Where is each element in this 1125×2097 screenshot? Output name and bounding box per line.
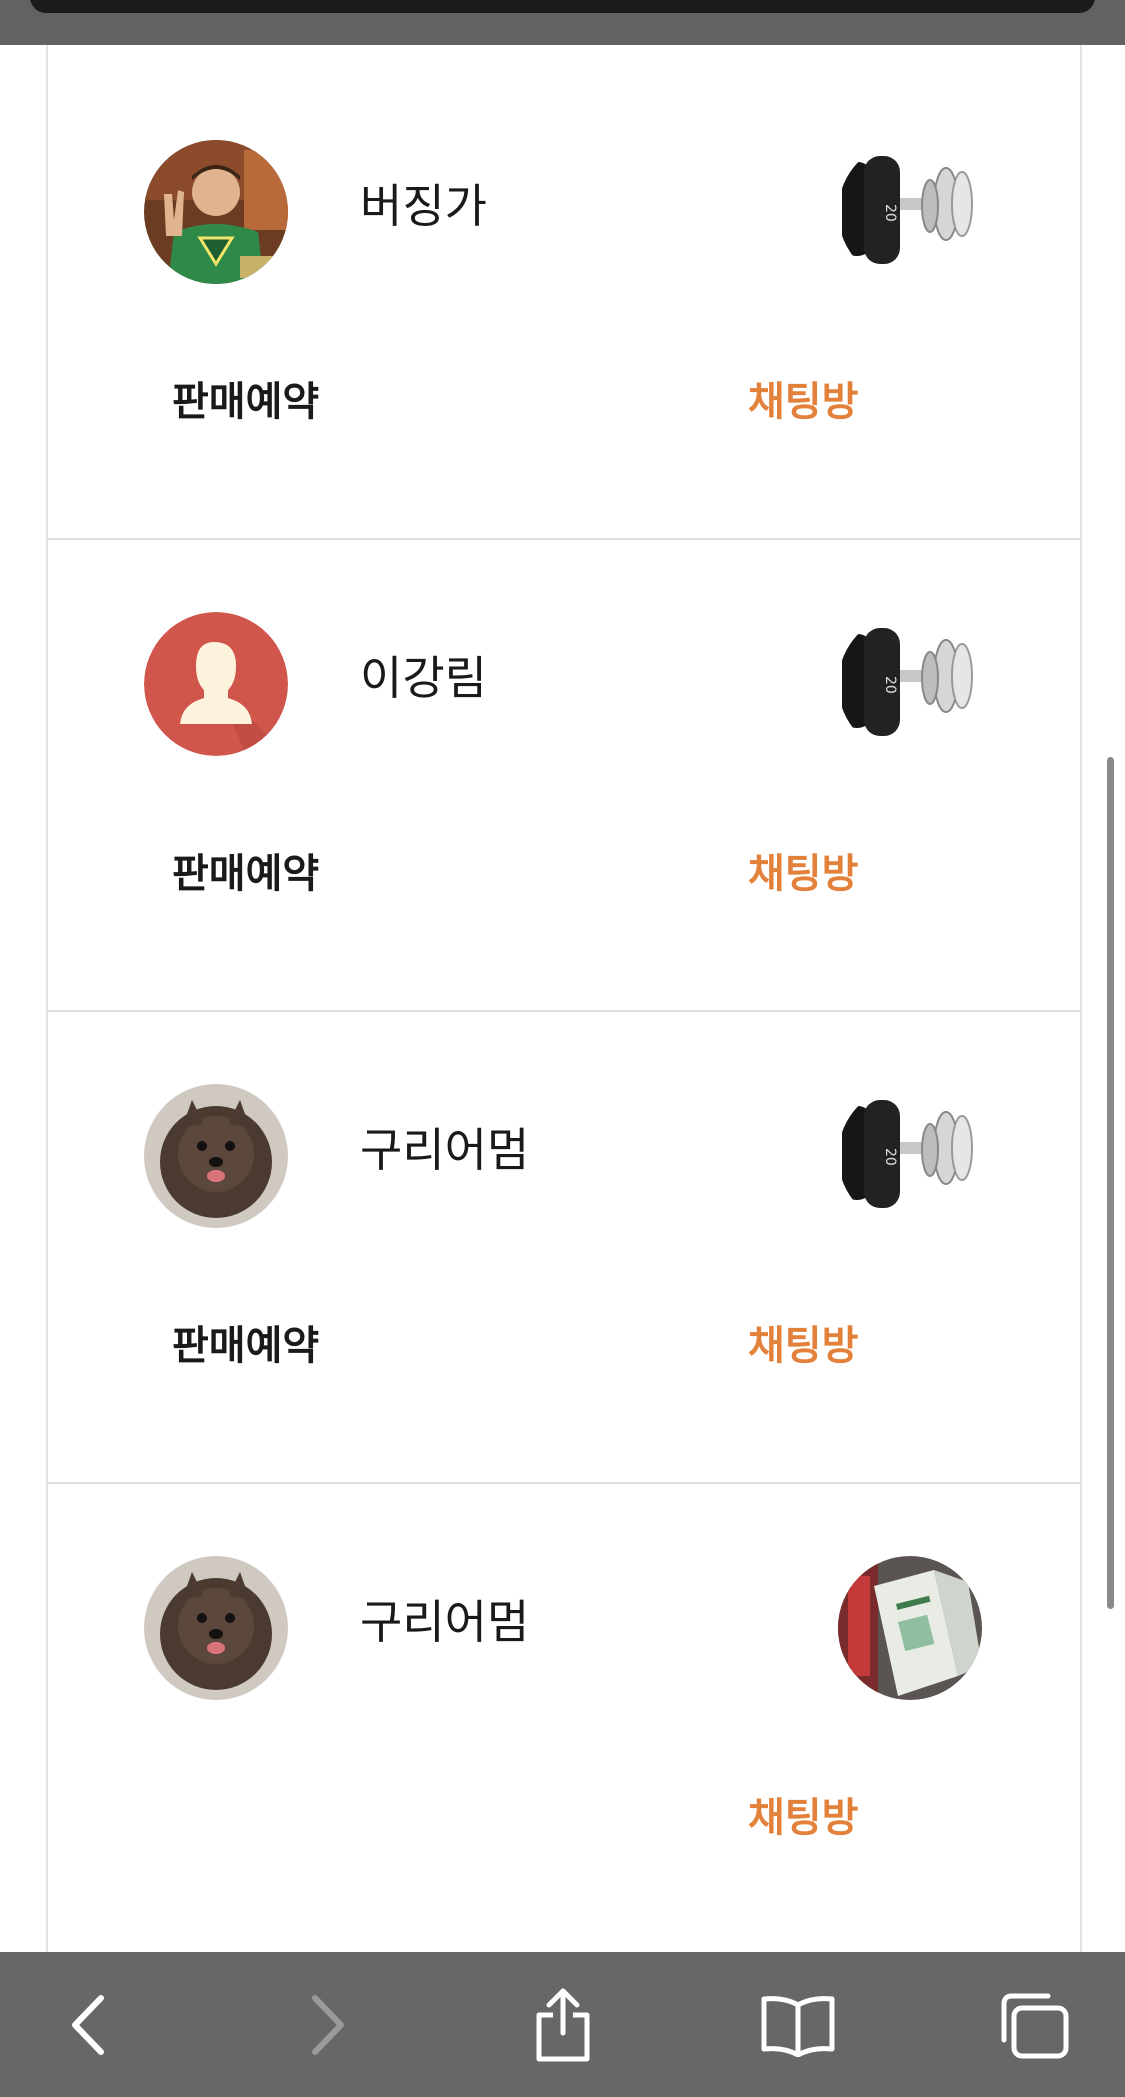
- browser-top-bar: [0, 0, 1125, 45]
- forward-button[interactable]: [268, 1952, 388, 2097]
- avatar: [144, 612, 288, 756]
- pomeranian-avatar-image: [144, 1084, 288, 1228]
- back-arrow-icon: [72, 1994, 104, 2055]
- share-button[interactable]: [503, 1952, 623, 2097]
- forward-arrow-icon: [312, 1994, 344, 2055]
- avatar: [144, 140, 288, 284]
- nickname: 버징가: [360, 179, 487, 233]
- share-icon: [536, 1988, 590, 2061]
- svg-text:20: 20: [882, 1148, 898, 1166]
- chatroom-link[interactable]: 채팅방: [748, 1794, 858, 1842]
- product-thumbnail: 20: [838, 140, 982, 284]
- product-thumbnail: 20: [838, 612, 982, 756]
- svg-text:20: 20: [882, 676, 898, 694]
- list-item[interactable]: 버징가 20 판매예약 채팅방: [48, 68, 1080, 540]
- sale-status: 판매예약: [172, 379, 320, 425]
- avatar: [144, 1084, 288, 1228]
- sheldon-avatar-image: [144, 140, 288, 284]
- avatar: [144, 1556, 288, 1700]
- sale-status: 판매예약: [172, 851, 320, 897]
- list-item[interactable]: 구리어멈 20 판매예약 채팅방: [48, 1012, 1080, 1484]
- address-bar[interactable]: [30, 0, 1095, 13]
- default-user-icon: [144, 612, 288, 756]
- product-thumbnail: [838, 1556, 982, 1700]
- browser-toolbar: [0, 1952, 1125, 2097]
- nickname: 이강림: [360, 651, 487, 705]
- nickname: 구리어멈: [360, 1595, 530, 1649]
- svg-text:20: 20: [882, 204, 898, 222]
- list-item[interactable]: 이강림 20 판매예약 채팅방: [48, 540, 1080, 1012]
- product-thumbnail: 20: [838, 1084, 982, 1228]
- chatroom-link[interactable]: 채팅방: [748, 378, 858, 426]
- bookmarks-button[interactable]: [738, 1952, 858, 2097]
- tabs-button[interactable]: [974, 1952, 1094, 2097]
- back-button[interactable]: [28, 1952, 148, 2097]
- tabs-icon: [1001, 1993, 1069, 2058]
- cosmetics-box-image: [838, 1556, 982, 1700]
- list-item[interactable]: 구리어멈 채팅방: [48, 1484, 1080, 1954]
- dumbbell-image: 20: [838, 1084, 982, 1228]
- dumbbell-image: 20: [838, 612, 982, 756]
- chatroom-link[interactable]: 채팅방: [748, 1322, 858, 1370]
- pomeranian-avatar-image: [144, 1556, 288, 1700]
- bookmarks-icon: [761, 1995, 835, 2057]
- sale-status: 판매예약: [172, 1323, 320, 1369]
- chat-request-list: 버징가 20 판매예약 채팅방 이강림 20 판매예약 채팅방 구리어멈 20 …: [46, 0, 1082, 1952]
- scrollbar[interactable]: [1107, 757, 1114, 1609]
- chatroom-link[interactable]: 채팅방: [748, 850, 858, 898]
- dumbbell-image: 20: [838, 140, 982, 284]
- nickname: 구리어멈: [360, 1123, 530, 1177]
